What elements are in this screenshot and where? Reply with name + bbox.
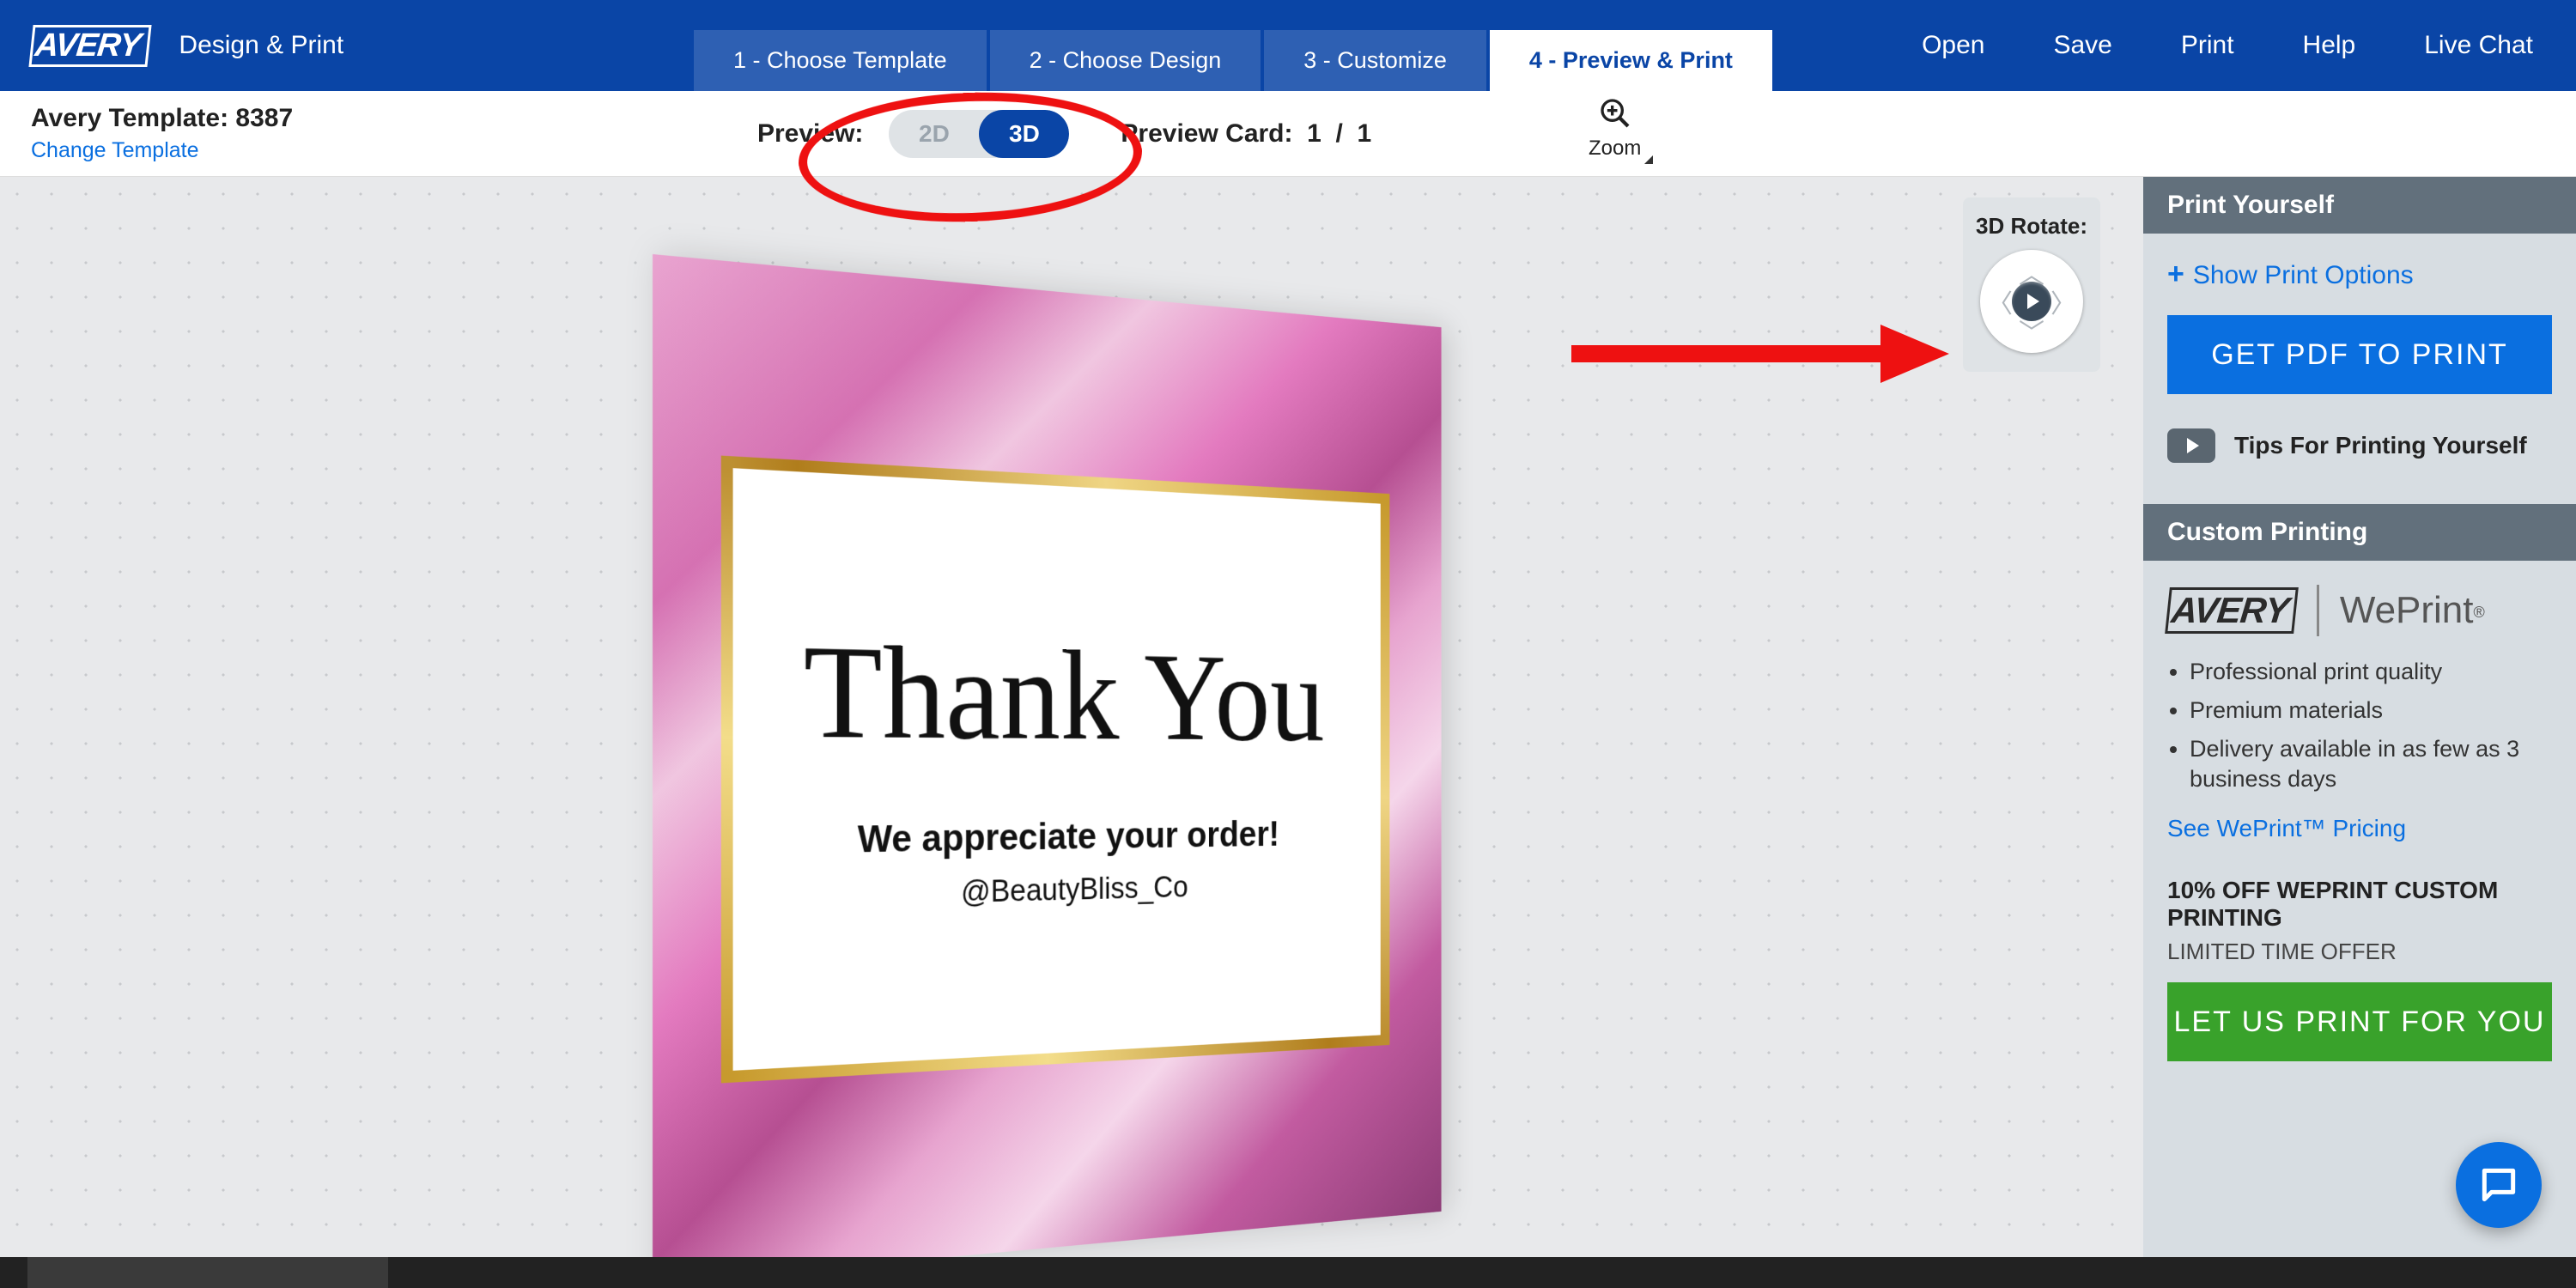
let-us-print-button[interactable]: LET US PRINT FOR YOU [2167,982,2552,1061]
rotate-title: 3D Rotate: [1971,213,2092,240]
weprint-pricing-link[interactable]: See WePrint™ Pricing [2167,815,2552,842]
toggle-2d[interactable]: 2D [889,110,979,158]
bullet-item: Professional print quality [2190,657,2552,687]
app-header: AVERY Design & Print 1 - Choose Template… [0,0,2576,91]
weprint-logo: AVERY WePrint® [2167,585,2552,636]
zoom-in-icon [1598,96,1632,131]
rotate-left[interactable]: 〈 [1987,283,2013,320]
bullet-item: Delivery available in as few as 3 busine… [2190,734,2552,794]
card-inner-panel: Thank You We appreciate your order! @Bea… [721,456,1390,1084]
rotate-dpad: ︿ ﹀ 〈 〉 [1980,250,2083,353]
play-icon [2167,428,2215,463]
card-subtext: We appreciate your order! [858,812,1279,860]
menu-help[interactable]: Help [2303,31,2356,60]
zoom-button[interactable]: Zoom [1589,96,1641,161]
promo-subtitle: LIMITED TIME OFFER [2167,939,2552,965]
card-front: Thank You We appreciate your order! @Bea… [653,254,1442,1271]
bullet-item: Premium materials [2190,696,2552,726]
template-title: Avery Template: 8387 [31,104,293,133]
rotate-play[interactable] [2012,282,2051,321]
chat-icon [2477,1163,2520,1206]
promo-title: 10% OFF WEPRINT CUSTOM PRINTING [2167,877,2552,932]
tips-link[interactable]: Tips For Printing Yourself [2167,428,2552,463]
tab-choose-design[interactable]: 2 - Choose Design [990,30,1261,91]
bottom-strip [0,1257,2576,1288]
rotate-right[interactable]: 〉 [2050,283,2076,320]
get-pdf-button[interactable]: GET PDF TO PRINT [2167,315,2552,394]
tab-choose-template[interactable]: 1 - Choose Template [694,30,987,91]
menu-save[interactable]: Save [2053,31,2111,60]
change-template-link[interactable]: Change Template [31,138,293,163]
menu-open[interactable]: Open [1922,31,1984,60]
preview-toggle: 2D 3D [889,110,1069,158]
tab-customize[interactable]: 3 - Customize [1264,30,1486,91]
step-tabs: 1 - Choose Template 2 - Choose Design 3 … [694,30,1776,91]
card-headline: Thank You [804,624,1325,759]
subheader: Avery Template: 8387 Change Template Pre… [0,91,2576,177]
card-3d-container: Thank You We appreciate your order! @Bea… [653,254,1563,1271]
custom-printing-header: Custom Printing [2143,504,2576,561]
preview-label: Preview: [757,119,863,149]
rotate-widget: 3D Rotate: ︿ ﹀ 〈 〉 [1963,197,2100,372]
right-sidebar: Print Yourself +Show Print Options GET P… [2143,177,2576,1271]
tab-preview-print[interactable]: 4 - Preview & Print [1490,30,1772,91]
header-menu: Open Save Print Help Live Chat [1922,0,2533,91]
preview-card-counter: Preview Card: 1 / 1 [1121,119,1371,149]
weprint-bullets: Professional print quality Premium mater… [2190,657,2552,794]
preview-canvas[interactable]: Thank You We appreciate your order! @Bea… [0,177,2143,1271]
menu-live-chat[interactable]: Live Chat [2424,31,2533,60]
show-print-options-link[interactable]: +Show Print Options [2167,258,2552,291]
print-yourself-header: Print Yourself [2143,177,2576,234]
card-handle: @BeautyBliss_Co [961,871,1188,910]
avery-logo: AVERY [31,25,151,67]
product-name: Design & Print [179,31,343,60]
menu-print[interactable]: Print [2181,31,2234,60]
toggle-3d[interactable]: 3D [979,110,1069,158]
chat-button[interactable] [2456,1142,2542,1228]
